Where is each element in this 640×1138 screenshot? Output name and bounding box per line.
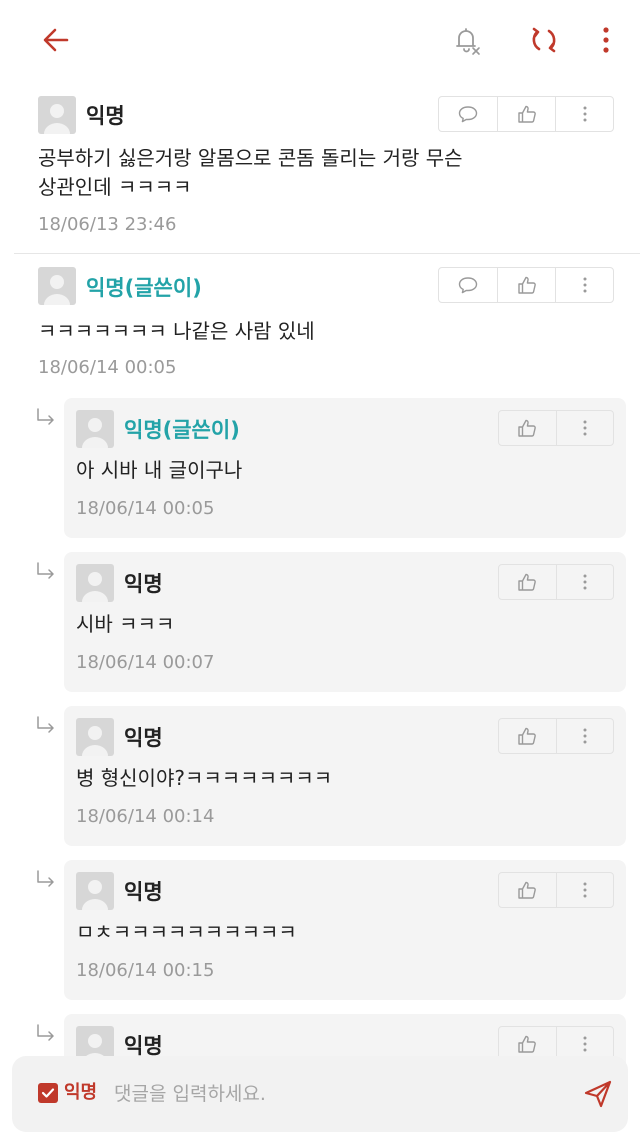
speech-bubble-icon bbox=[458, 106, 478, 123]
reply-author: 익명 bbox=[124, 726, 163, 750]
default-avatar-icon bbox=[44, 275, 70, 305]
reply-item: 익명 시바 ㅋㅋㅋ 18/06/14 00:07 bbox=[64, 552, 626, 692]
default-avatar-icon bbox=[82, 418, 108, 448]
comment-text: 공부하기 싫은거랑 알몸으로 콘돔 돌리는 거랑 무슨 상관인데 ㅋㅋㅋㅋ bbox=[38, 146, 463, 199]
reply-author: 익명 bbox=[124, 572, 163, 596]
reply-more-button[interactable] bbox=[555, 565, 613, 599]
thumbs-up-icon bbox=[517, 105, 536, 123]
reply-timestamp: 18/06/14 00:14 bbox=[76, 806, 215, 827]
thumbs-up-icon bbox=[518, 419, 537, 437]
checkmark-icon bbox=[41, 1088, 55, 1098]
top-app-bar bbox=[0, 0, 640, 84]
more-vert-icon bbox=[583, 420, 587, 436]
comment-actions bbox=[438, 267, 614, 303]
send-icon bbox=[584, 1080, 612, 1108]
thumbs-up-icon bbox=[517, 276, 536, 294]
reply-arrow-icon bbox=[37, 870, 54, 887]
reply-author-op: 익명(글쓴이) bbox=[124, 418, 240, 442]
notification-off-button[interactable] bbox=[446, 20, 486, 60]
more-vert-icon bbox=[583, 277, 586, 293]
like-button[interactable] bbox=[497, 97, 555, 131]
more-vert-icon bbox=[603, 27, 609, 53]
like-button[interactable] bbox=[499, 565, 556, 599]
thumbs-up-icon bbox=[518, 727, 537, 745]
reply-actions bbox=[498, 718, 614, 754]
avatar bbox=[76, 410, 114, 448]
reply-actions bbox=[498, 410, 614, 446]
reply-actions bbox=[498, 564, 614, 600]
more-vert-icon bbox=[583, 728, 587, 744]
comment-item: 익명 공부하기 싫은거랑 알몸으로 콘돔 돌리는 거랑 무슨 상관인데 ㅋㅋㅋㅋ… bbox=[0, 96, 640, 252]
avatar bbox=[76, 872, 114, 910]
comment-timestamp: 18/06/14 00:05 bbox=[38, 357, 177, 378]
reply-text: 시바 ㅋㅋㅋ bbox=[76, 612, 175, 636]
comment-author: 익명 bbox=[86, 104, 125, 128]
speech-bubble-icon bbox=[458, 277, 478, 294]
like-button[interactable] bbox=[499, 719, 556, 753]
more-vert-icon bbox=[583, 574, 587, 590]
default-avatar-icon bbox=[82, 880, 108, 910]
refresh-button[interactable] bbox=[524, 20, 564, 60]
reply-text: 아 시바 내 글이구나 bbox=[76, 458, 243, 482]
avatar bbox=[76, 564, 114, 602]
avatar bbox=[76, 718, 114, 756]
more-vert-icon bbox=[583, 882, 587, 898]
back-button[interactable] bbox=[36, 20, 76, 60]
reply-actions bbox=[498, 872, 614, 908]
reply-item: 익명(글쓴이) 아 시바 내 글이구나 18/06/14 00:05 bbox=[64, 398, 626, 538]
comment-input[interactable] bbox=[114, 1078, 554, 1110]
avatar bbox=[38, 267, 76, 305]
comment-more-button[interactable] bbox=[555, 268, 613, 302]
reply-button[interactable] bbox=[439, 97, 497, 131]
default-avatar-icon bbox=[82, 726, 108, 756]
reply-more-button[interactable] bbox=[555, 719, 613, 753]
more-vert-icon bbox=[583, 106, 586, 122]
thumbs-up-icon bbox=[518, 881, 537, 899]
like-button[interactable] bbox=[499, 873, 556, 907]
more-options-button[interactable] bbox=[586, 20, 626, 60]
like-button[interactable] bbox=[497, 268, 555, 302]
reply-arrow-icon bbox=[37, 408, 54, 425]
reply-timestamp: 18/06/14 00:07 bbox=[76, 652, 215, 673]
reply-arrow-icon bbox=[37, 1024, 54, 1041]
reply-more-button[interactable] bbox=[555, 873, 613, 907]
comment-actions bbox=[438, 96, 614, 132]
thumbs-up-icon bbox=[518, 1035, 537, 1053]
reply-author: 익명 bbox=[124, 880, 163, 904]
like-button[interactable] bbox=[499, 411, 556, 445]
reply-timestamp: 18/06/14 00:05 bbox=[76, 498, 215, 519]
anonymous-checkbox[interactable] bbox=[38, 1083, 58, 1103]
comment-more-button[interactable] bbox=[555, 97, 613, 131]
comment-composer: 익명 bbox=[12, 1056, 628, 1132]
default-avatar-icon bbox=[44, 104, 70, 134]
bell-off-icon bbox=[456, 28, 480, 55]
comment-item: 익명(글쓴이) ㅋㅋㅋㅋㅋㅋㅋ 나같은 사람 있네 18/06/14 00:05 bbox=[0, 267, 640, 387]
reply-arrow-icon bbox=[37, 716, 54, 733]
reply-more-button[interactable] bbox=[555, 411, 613, 445]
send-button[interactable] bbox=[580, 1076, 616, 1112]
reply-arrow-icon bbox=[37, 562, 54, 579]
reply-text: ㅁㅊㅋㅋㅋㅋㅋㅋㅋㅋㅋㅋ bbox=[76, 920, 297, 944]
comment-text: ㅋㅋㅋㅋㅋㅋㅋ 나같은 사람 있네 bbox=[38, 319, 315, 343]
reply-item: 익명 ㅁㅊㅋㅋㅋㅋㅋㅋㅋㅋㅋㅋ 18/06/14 00:15 bbox=[64, 860, 626, 1000]
reply-button[interactable] bbox=[439, 268, 497, 302]
thumbs-up-icon bbox=[518, 573, 537, 591]
comment-author-op: 익명(글쓴이) bbox=[86, 276, 202, 300]
refresh-icon bbox=[532, 27, 556, 53]
reply-text: 병 형신이야?ㅋㅋㅋㅋㅋㅋㅋㅋ bbox=[76, 766, 333, 790]
default-avatar-icon bbox=[82, 572, 108, 602]
avatar bbox=[38, 96, 76, 134]
reply-item: 익명 병 형신이야?ㅋㅋㅋㅋㅋㅋㅋㅋ 18/06/14 00:14 bbox=[64, 706, 626, 846]
anonymous-label[interactable]: 익명 bbox=[64, 1081, 97, 1105]
comment-timestamp: 18/06/13 23:46 bbox=[38, 214, 177, 235]
more-vert-icon bbox=[583, 1036, 587, 1052]
back-arrow-icon bbox=[43, 28, 69, 52]
comment-divider bbox=[14, 253, 640, 254]
reply-timestamp: 18/06/14 00:15 bbox=[76, 960, 215, 981]
